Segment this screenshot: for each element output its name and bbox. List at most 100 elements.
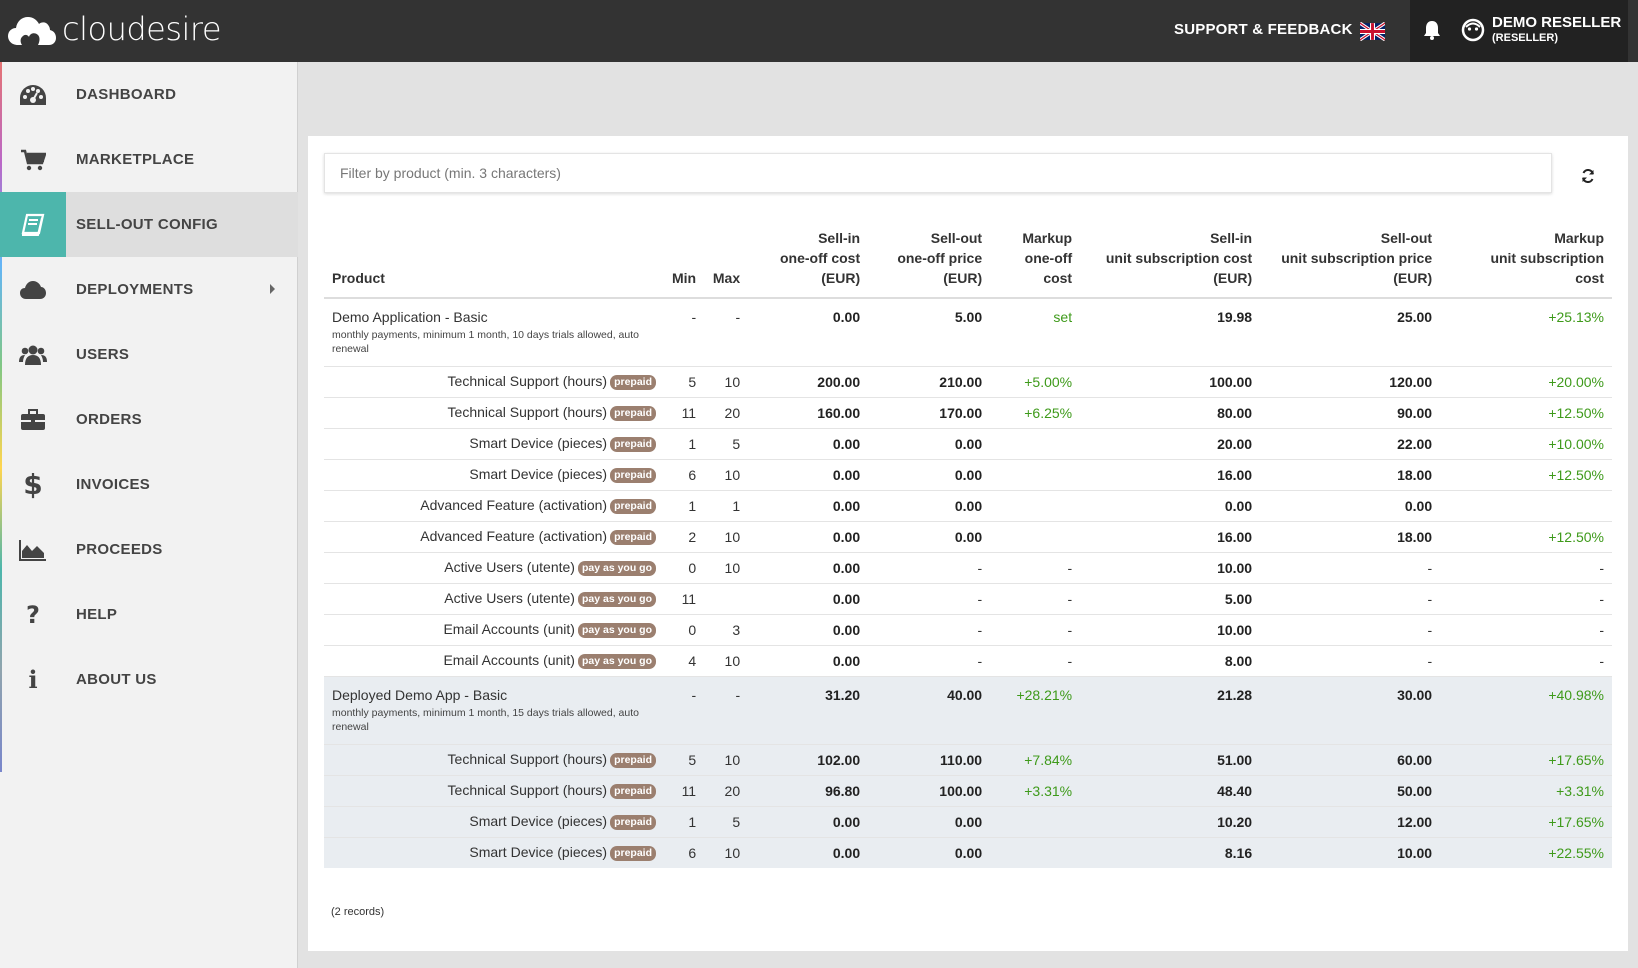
sidebar-item-help[interactable]: ? HELP xyxy=(0,582,298,647)
max-cell: 10 xyxy=(704,365,749,397)
tier-row[interactable]: Email Accounts (unit) pay as you go 0 3 0… xyxy=(324,613,1612,645)
tier-row[interactable]: Email Accounts (unit) pay as you go 4 10 … xyxy=(324,644,1612,676)
prepaid-badge: prepaid xyxy=(610,752,656,768)
max-cell: 5 xyxy=(704,427,749,459)
tier-row[interactable]: Smart Device (pieces) prepaid 1 5 0.00 0.… xyxy=(324,427,1612,459)
sellin-oneoff-cell: 0.00 xyxy=(748,836,869,868)
tier-row[interactable]: Technical Support (hours) prepaid 11 20 9… xyxy=(324,774,1612,806)
sellin-oneoff-cell: 0.00 xyxy=(748,489,869,521)
table-header-row: Product Min Max Sell-in one-off cost (EUR)… xyxy=(324,228,1612,299)
tier-row[interactable]: Smart Device (pieces) prepaid 6 10 0.00 0… xyxy=(324,458,1612,490)
briefcase-icon xyxy=(21,408,45,430)
sellout-unit-cell[interactable]: 22.00 xyxy=(1260,427,1441,459)
sidebar-item-marketplace[interactable]: MARKETPLACE xyxy=(0,127,298,192)
col-sellout-unit[interactable]: Sell-out unit subscription price (EUR) xyxy=(1260,228,1441,299)
sellin-unit-cell: 8.00 xyxy=(1080,644,1261,676)
book-icon xyxy=(21,213,45,236)
sellin-unit-cell: 16.00 xyxy=(1080,520,1261,552)
uk-flag-icon[interactable] xyxy=(1360,22,1385,41)
prepaid-badge: prepaid xyxy=(610,374,656,390)
col-markup-oneoff[interactable]: Markup one-off cost xyxy=(990,228,1081,299)
product-filter-input[interactable] xyxy=(324,153,1552,193)
sellout-unit-cell[interactable]: 120.00 xyxy=(1260,365,1441,397)
col-sellin-oneoff[interactable]: Sell-in one-off cost (EUR) xyxy=(748,228,869,299)
sellout-oneoff-cell[interactable]: 100.00 xyxy=(868,774,991,806)
markup-oneoff-cell[interactable]: set xyxy=(990,297,1081,366)
max-cell: 5 xyxy=(704,805,749,837)
sellout-oneoff-cell[interactable]: 0.00 xyxy=(868,489,991,521)
sidebar-item-deployments[interactable]: DEPLOYMENTS xyxy=(0,257,298,322)
sellin-unit-cell: 48.40 xyxy=(1080,774,1261,806)
sellout-unit-cell[interactable]: 25.00 xyxy=(1260,297,1441,366)
sellout-unit-cell[interactable]: 18.00 xyxy=(1260,520,1441,552)
user-avatar-icon[interactable] xyxy=(1461,18,1485,42)
col-sellout-oneoff[interactable]: Sell-out one-off price (EUR) xyxy=(868,228,991,299)
sellout-oneoff-cell[interactable]: 170.00 xyxy=(868,396,991,428)
col-sellin-unit[interactable]: Sell-in unit subscription cost (EUR) xyxy=(1080,228,1261,299)
sellout-unit-cell[interactable]: 10.00 xyxy=(1260,836,1441,868)
min-cell: 4 xyxy=(664,644,705,676)
sidebar-item-users[interactable]: USERS xyxy=(0,322,298,387)
sidebar-item-proceeds[interactable]: PROCEEDS xyxy=(0,517,298,582)
sellout-oneoff-cell[interactable]: 0.00 xyxy=(868,836,991,868)
min-cell: 11 xyxy=(664,774,705,806)
tier-row[interactable]: Technical Support (hours) prepaid 11 20 1… xyxy=(324,396,1612,428)
markup-unit-cell: +25.13% xyxy=(1440,297,1612,366)
sellout-oneoff-cell[interactable]: 5.00 xyxy=(868,297,991,366)
area-chart-icon xyxy=(19,539,46,561)
sellin-unit-cell: 10.20 xyxy=(1080,805,1261,837)
sidebar-item-about-us[interactable]: i ABOUT US xyxy=(0,647,298,712)
sellin-unit-cell: 20.00 xyxy=(1080,427,1261,459)
sidebar-item-orders[interactable]: ORDERS xyxy=(0,387,298,452)
max-cell: 10 xyxy=(704,644,749,676)
sellout-unit-cell[interactable]: 18.00 xyxy=(1260,458,1441,490)
sidebar-item-label: SELL-OUT CONFIG xyxy=(76,216,218,233)
min-cell: 0 xyxy=(664,613,705,645)
brand-logo[interactable]: cloudesire xyxy=(8,10,222,48)
user-name[interactable]: DEMO RESELLER xyxy=(1492,14,1621,31)
tier-row[interactable]: Advanced Feature (activation) prepaid 1 1… xyxy=(324,489,1612,521)
sellout-oneoff-cell[interactable]: 210.00 xyxy=(868,365,991,397)
sidebar-item-label: USERS xyxy=(76,346,130,363)
sellout-unit-cell[interactable]: 30.00 xyxy=(1260,675,1441,744)
sellout-oneoff-cell[interactable]: 110.00 xyxy=(868,743,991,775)
min-cell: 2 xyxy=(664,520,705,552)
tier-row[interactable]: Active Users (utente) pay as you go 0 10 … xyxy=(324,551,1612,583)
sellout-oneoff-cell[interactable]: 40.00 xyxy=(868,675,991,744)
refresh-icon[interactable] xyxy=(1581,169,1595,183)
sellout-unit-cell[interactable]: 12.00 xyxy=(1260,805,1441,837)
sellin-oneoff-cell: 160.00 xyxy=(748,396,869,428)
sellout-oneoff-cell[interactable]: 0.00 xyxy=(868,805,991,837)
max-cell: 3 xyxy=(704,613,749,645)
sidebar-item-dashboard[interactable]: DASHBOARD xyxy=(0,62,298,127)
bell-icon[interactable] xyxy=(1423,20,1441,40)
col-product[interactable]: Product xyxy=(324,228,664,299)
sellout-unit-cell[interactable]: 60.00 xyxy=(1260,743,1441,775)
tier-row[interactable]: Technical Support (hours) prepaid 5 10 10… xyxy=(324,743,1612,775)
min-cell: 1 xyxy=(664,805,705,837)
sellout-oneoff-cell[interactable]: 0.00 xyxy=(868,458,991,490)
sellout-oneoff-cell[interactable]: 0.00 xyxy=(868,520,991,552)
product-name[interactable]: Demo Application - Basic xyxy=(332,309,656,325)
tier-row[interactable]: Advanced Feature (activation) prepaid 2 1… xyxy=(324,520,1612,552)
support-feedback-link[interactable]: SUPPORT & FEEDBACK xyxy=(1174,21,1353,38)
col-min[interactable]: Min xyxy=(664,228,705,299)
product-row[interactable]: Demo Application - Basic monthly payments… xyxy=(324,297,1612,366)
tier-row[interactable]: Active Users (utente) pay as you go 11 0.… xyxy=(324,582,1612,614)
sellin-unit-cell: 10.00 xyxy=(1080,613,1261,645)
sellout-unit-cell[interactable]: 50.00 xyxy=(1260,774,1441,806)
product-name[interactable]: Deployed Demo App - Basic xyxy=(332,687,656,703)
sidebar-item-invoices[interactable]: $ INVOICES xyxy=(0,452,298,517)
sellin-unit-cell: 19.98 xyxy=(1080,297,1261,366)
tier-row[interactable]: Smart Device (pieces) prepaid 6 10 0.00 0… xyxy=(324,836,1612,868)
sidebar-item-sell-out-config[interactable]: SELL-OUT CONFIG xyxy=(0,192,298,257)
tier-name: Smart Device (pieces) xyxy=(469,844,608,861)
col-markup-unit[interactable]: Markup unit subscription cost xyxy=(1440,228,1612,299)
tier-row[interactable]: Smart Device (pieces) prepaid 1 5 0.00 0.… xyxy=(324,805,1612,837)
product-row[interactable]: Deployed Demo App - Basic monthly payment… xyxy=(324,675,1612,744)
sellout-oneoff-cell[interactable]: 0.00 xyxy=(868,427,991,459)
sellout-unit-cell[interactable]: 90.00 xyxy=(1260,396,1441,428)
sellout-unit-cell[interactable]: 0.00 xyxy=(1260,489,1441,521)
col-max[interactable]: Max xyxy=(704,228,749,299)
tier-row[interactable]: Technical Support (hours) prepaid 5 10 20… xyxy=(324,365,1612,397)
